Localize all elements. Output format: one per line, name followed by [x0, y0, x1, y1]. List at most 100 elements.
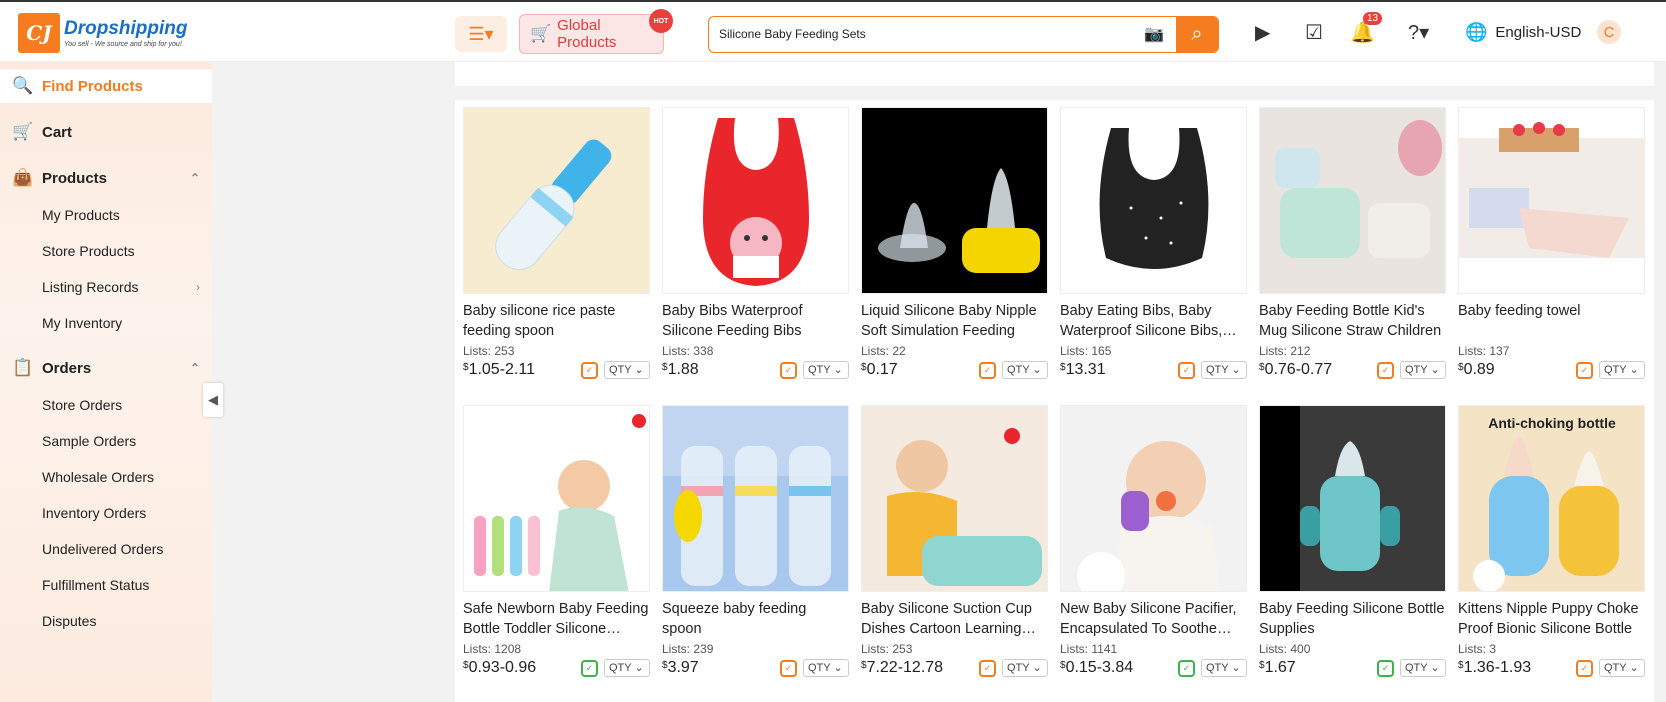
product-image[interactable] — [463, 405, 650, 592]
product-card[interactable]: Baby Bibs Waterproof Silicone Feeding Bi… — [662, 107, 849, 381]
sidebar-item-undelivered-orders[interactable]: Undelivered Orders — [0, 532, 212, 566]
product-card[interactable]: Baby Feeding Silicone Bottle Supplies Lis… — [1259, 405, 1446, 679]
qty-select[interactable]: QTY ⌄ — [604, 659, 650, 677]
sidebar-item-disputes[interactable]: Disputes — [0, 604, 212, 638]
product-image[interactable] — [1060, 107, 1247, 294]
qty-select[interactable]: QTY ⌄ — [803, 361, 849, 379]
svg-text:Anti-choking bottle: Anti-choking bottle — [1488, 415, 1616, 431]
sidebar-item-listing-records[interactable]: Listing Records › — [0, 270, 212, 304]
verified-shield-icon: ✓ — [1576, 362, 1593, 379]
product-lists: Lists: 22 — [861, 344, 1048, 358]
camera-icon[interactable]: 📷 — [1144, 24, 1164, 44]
calendar-check-icon[interactable]: ☑ — [1305, 20, 1323, 45]
product-title[interactable]: Baby silicone rice paste feeding spoon — [463, 301, 650, 341]
product-image[interactable] — [463, 107, 650, 294]
product-card[interactable]: Baby Feeding Bottle Kid's Mug Silicone S… — [1259, 107, 1446, 381]
product-image[interactable] — [1060, 405, 1247, 592]
product-card[interactable]: New Baby Silicone Pacifier, Encapsulated… — [1060, 405, 1247, 679]
sidebar-item-find-products[interactable]: 🔍 Find Products — [0, 69, 212, 103]
category-menu-button[interactable]: ☰▾ — [455, 16, 507, 52]
sidebar-item-fulfillment-status[interactable]: Fulfillment Status — [0, 568, 212, 602]
product-image[interactable] — [1259, 405, 1446, 592]
product-title[interactable]: New Baby Silicone Pacifier, Encapsulated… — [1060, 599, 1247, 639]
orders-icon: 📋 — [12, 358, 34, 377]
lists-count: 239 — [693, 642, 714, 656]
avatar[interactable]: C — [1597, 20, 1621, 44]
chevron-down-icon: ⌄ — [833, 364, 843, 376]
collapse-sidebar-button[interactable]: ◀ — [203, 383, 223, 417]
qty-select[interactable]: QTY ⌄ — [1002, 659, 1048, 677]
product-image[interactable] — [861, 405, 1048, 592]
product-lists: Lists: 1208 — [463, 642, 650, 656]
product-price: $1.88 — [662, 361, 699, 378]
product-image[interactable]: Anti-choking bottle — [1458, 405, 1645, 592]
chevron-down-icon: ⌄ — [634, 364, 644, 376]
product-image[interactable] — [662, 405, 849, 592]
qty-select[interactable]: QTY ⌄ — [1599, 361, 1645, 379]
sidebar-item-products[interactable]: 👜 Products ⌃ — [0, 161, 212, 195]
sidebar-item-sample-orders[interactable]: Sample Orders — [0, 424, 212, 458]
product-title[interactable]: Liquid Silicone Baby Nipple Soft Simulat… — [861, 301, 1048, 341]
search-button[interactable]: ⌕ — [1176, 17, 1218, 52]
qty-select[interactable]: QTY ⌄ — [1599, 659, 1645, 677]
qty-select[interactable]: QTY ⌄ — [1201, 659, 1247, 677]
sidebar-item-label: Inventory Orders — [42, 505, 147, 521]
sidebar-item-store-products[interactable]: Store Products — [0, 234, 212, 268]
sidebar-item-label: Disputes — [42, 613, 97, 629]
product-card[interactable]: Liquid Silicone Baby Nipple Soft Simulat… — [861, 107, 1048, 381]
product-card[interactable]: Anti-choking bottle Kittens Nipple Puppy … — [1458, 405, 1645, 679]
product-title[interactable]: Baby feeding towel — [1458, 301, 1645, 341]
product-card[interactable]: Baby Eating Bibs, Baby Waterproof Silico… — [1060, 107, 1247, 381]
product-card[interactable]: Baby feeding towel Lists: 137 $0.89 ✓ QTY ⌄ — [1458, 107, 1645, 381]
product-card[interactable]: Safe Newborn Baby Feeding Bottle Toddler… — [463, 405, 650, 679]
brand-logo[interactable]: CJ Dropshipping You sell - We source and… — [18, 13, 187, 53]
verified-shield-icon: ✓ — [979, 362, 996, 379]
sidebar-item-my-products[interactable]: My Products — [0, 198, 212, 232]
sidebar-item-wholesale-orders[interactable]: Wholesale Orders — [0, 460, 212, 494]
products-bag-icon: 👜 — [12, 168, 34, 187]
product-image[interactable] — [861, 107, 1048, 294]
sidebar-item-store-orders[interactable]: Store Orders — [0, 388, 212, 422]
qty-select[interactable]: QTY ⌄ — [604, 361, 650, 379]
product-title[interactable]: Baby Eating Bibs, Baby Waterproof Silico… — [1060, 301, 1247, 341]
lists-label: Lists: — [861, 344, 890, 358]
product-title[interactable]: Baby Bibs Waterproof Silicone Feeding Bi… — [662, 301, 849, 341]
search-input[interactable] — [709, 17, 1149, 51]
chevron-up-icon[interactable]: ⌃ — [190, 171, 200, 185]
language-selector[interactable]: 🌐 English-USD — [1465, 22, 1581, 43]
product-image[interactable] — [662, 107, 849, 294]
qty-select[interactable]: QTY ⌄ — [1400, 361, 1446, 379]
price-value: 0.89 — [1463, 361, 1495, 378]
price-value: 1.67 — [1264, 659, 1296, 676]
product-title[interactable]: Kittens Nipple Puppy Choke Proof Bionic … — [1458, 599, 1645, 639]
product-title[interactable]: Baby Feeding Silicone Bottle Supplies — [1259, 599, 1446, 639]
product-image[interactable] — [1259, 107, 1446, 294]
global-products-button[interactable]: 🛒 Global Products HOT — [519, 9, 673, 54]
sidebar-item-cart[interactable]: 🛒 Cart — [0, 115, 212, 149]
sidebar: 🔍 Find Products 🛒 Cart 👜 Products ⌃ My Products… — [0, 62, 212, 702]
product-title[interactable]: Safe Newborn Baby Feeding Bottle Toddler… — [463, 599, 650, 639]
product-card[interactable]: Squeeze baby feeding spoon Lists: 239 $3.9… — [662, 405, 849, 679]
qty-select[interactable]: QTY ⌄ — [803, 659, 849, 677]
qty-select[interactable]: QTY ⌄ — [1400, 659, 1446, 677]
lists-count: 253 — [494, 344, 515, 358]
chevron-up-icon[interactable]: ⌃ — [190, 361, 200, 375]
product-title[interactable]: Baby Feeding Bottle Kid's Mug Silicone S… — [1259, 301, 1446, 341]
sidebar-item-inventory-orders[interactable]: Inventory Orders — [0, 496, 212, 530]
sidebar-item-orders[interactable]: 📋 Orders ⌃ — [0, 351, 212, 385]
qty-select[interactable]: QTY ⌄ — [1002, 361, 1048, 379]
qty-select[interactable]: QTY ⌄ — [1201, 361, 1247, 379]
video-icon[interactable]: ▶ — [1255, 20, 1270, 45]
price-value: 0.15-3.84 — [1065, 659, 1134, 676]
product-card[interactable]: Baby Silicone Suction Cup Dishes Cartoon… — [861, 405, 1048, 679]
product-card[interactable]: Baby silicone rice paste feeding spoon Li… — [463, 107, 650, 381]
product-title[interactable]: Squeeze baby feeding spoon — [662, 599, 849, 639]
product-price: $0.15-3.84 — [1060, 659, 1134, 676]
chevron-down-icon: ⌄ — [634, 662, 644, 674]
sidebar-item-label: Cart — [42, 123, 73, 141]
product-title[interactable]: Baby Silicone Suction Cup Dishes Cartoon… — [861, 599, 1048, 639]
sidebar-item-my-inventory[interactable]: My Inventory — [0, 306, 212, 340]
chevron-right-icon[interactable]: › — [196, 280, 200, 294]
product-image[interactable] — [1458, 107, 1645, 294]
help-icon[interactable]: ?▾ — [1408, 20, 1429, 45]
